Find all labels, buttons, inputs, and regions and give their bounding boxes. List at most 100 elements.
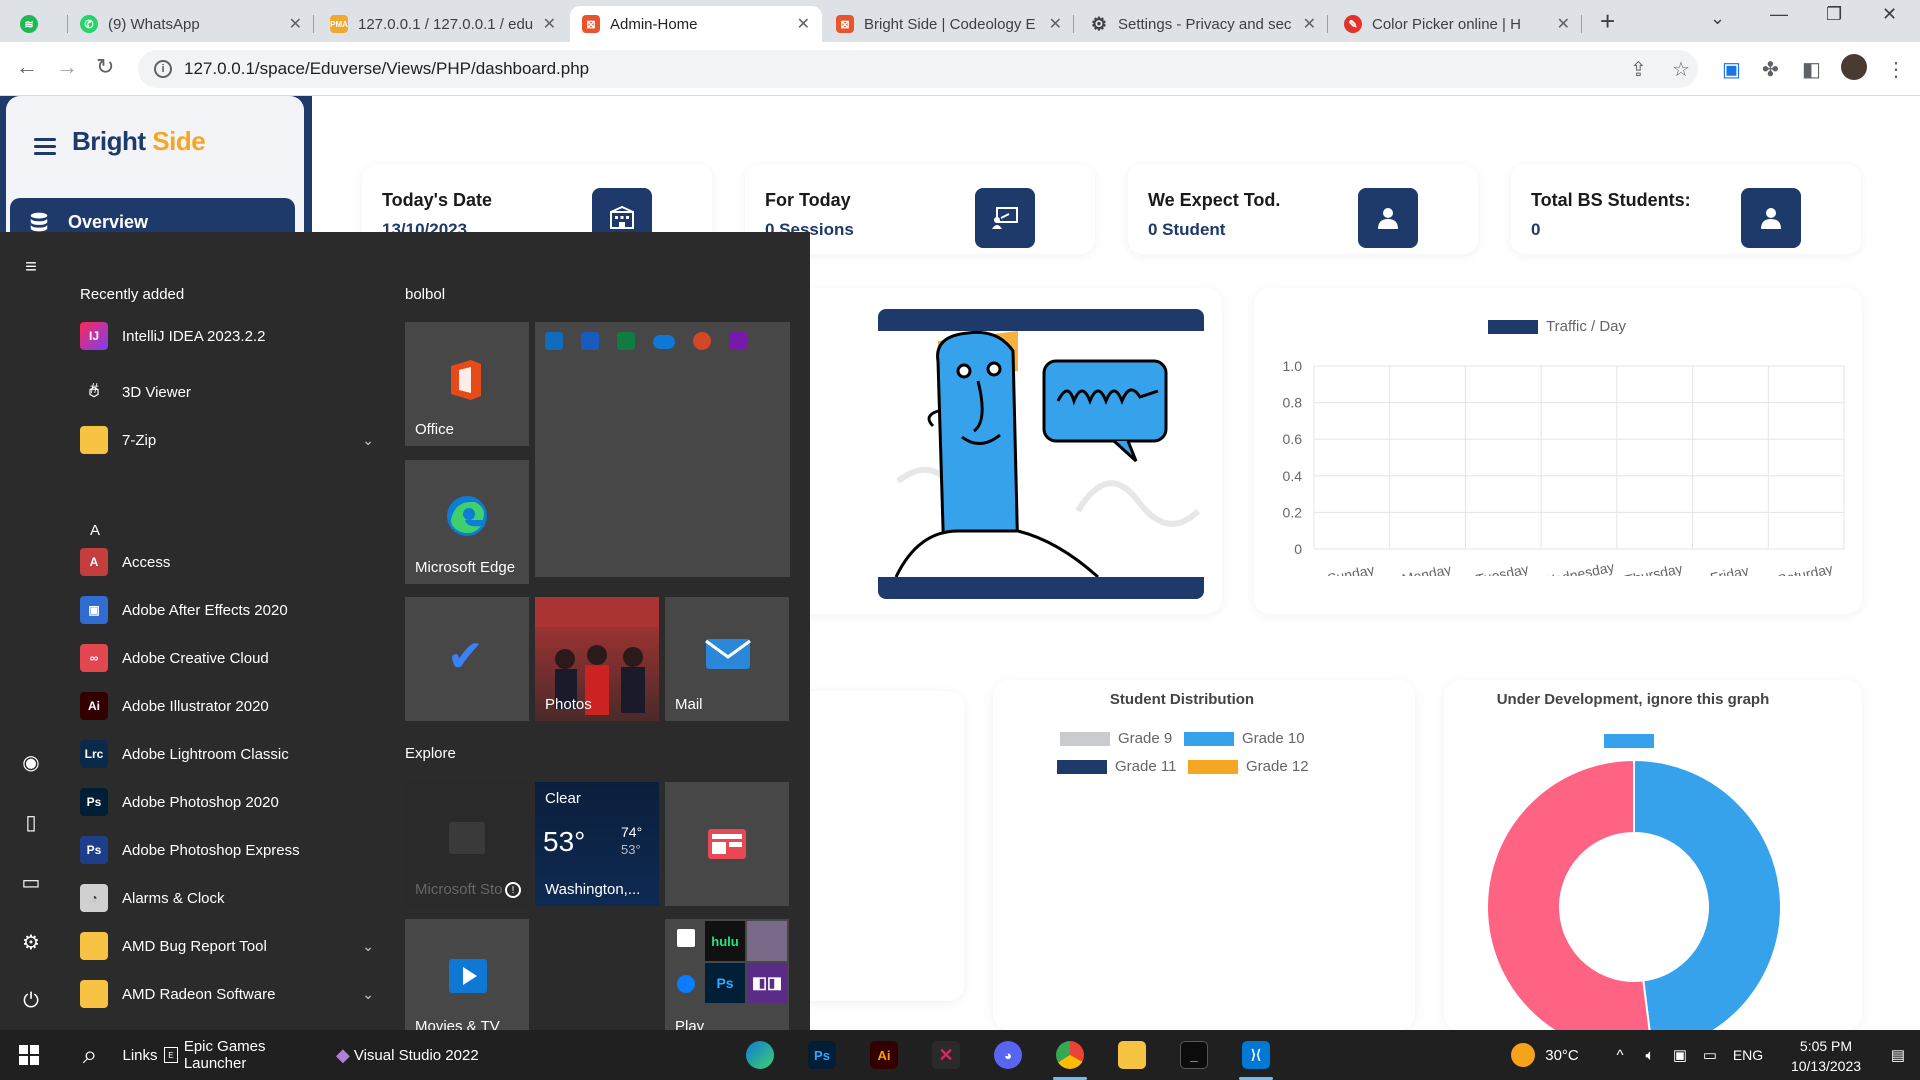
taskbar-epic-games[interactable]: E Epic Games Launcher [164,1030,330,1080]
chevron-down-icon[interactable]: ⌄ [362,432,374,449]
app-item[interactable]: Ps Adobe Photoshop 2020 [80,782,380,822]
taskbar-vscode[interactable]: ⟩⟨ [1231,1030,1281,1080]
taskbar-chrome[interactable] [1045,1030,1095,1080]
app-item[interactable]: Ps Adobe Photoshop Express [80,830,380,870]
app-item[interactable]: ⬡ 3D Viewer [80,372,380,412]
links-toolbar[interactable]: Links [122,1030,158,1080]
taskbar-terminal[interactable]: _ [1169,1030,1219,1080]
site-info-icon[interactable]: i [154,60,172,78]
notifications-icon[interactable]: ▤ [1880,1030,1916,1080]
chevron-down-icon[interactable]: ⌄ [362,938,374,955]
app-item[interactable]: AMD Radeon Software ⌄ [80,974,380,1014]
app-item[interactable]: ◔ Alarms & Clock [80,878,380,918]
app-item[interactable]: ▣ Adobe After Effects 2020 [80,590,380,630]
taskbar-edge[interactable] [735,1030,785,1080]
search-icon[interactable]: ⌕ [68,1030,112,1080]
stat-label: We Expect Tod. [1148,190,1281,210]
tab-whatsapp[interactable]: ✆ (9) WhatsApp ✕ [68,6,314,42]
y-tick-label: 0.2 [1283,504,1303,520]
side-panel-icon[interactable]: ◧ [1802,57,1821,82]
tab-color-picker[interactable]: ✎ Color Picker online | H ✕ [1332,6,1582,42]
letter-heading-a[interactable]: A [90,522,100,539]
new-tab-button[interactable]: + [1600,6,1615,37]
taskbar-visual-studio[interactable]: ◆ Visual Studio 2022 [336,1030,486,1080]
tile-news[interactable] [665,782,789,906]
language-indicator[interactable]: ENG [1728,1030,1768,1080]
battery-icon[interactable]: ▭ [1696,1030,1724,1080]
tile-play-folder[interactable]: hulu Ps ◧◨ Play [665,919,789,1043]
documents-icon[interactable]: ▯ [19,810,43,834]
weather-widget[interactable]: 30°C [1500,1030,1590,1080]
taskbar-discord[interactable]: ◕ [983,1030,1033,1080]
tab-spotify[interactable]: ≋ [8,6,68,42]
tile-office-apps[interactable] [535,322,790,577]
app-item[interactable]: ∞ Adobe Creative Cloud [80,638,380,678]
chevron-down-icon[interactable]: ⌄ [362,986,374,1003]
close-tab-icon[interactable]: ✕ [1303,14,1316,34]
tab-phpmyadmin[interactable]: PMA 127.0.0.1 / 127.0.0.1 / edu ✕ [318,6,568,42]
bookmark-star-icon[interactable]: ☆ [1672,57,1690,82]
profile-avatar[interactable] [1841,54,1867,80]
extensions-icon[interactable]: ✤ [1762,57,1779,82]
tile-weather[interactable]: Clear 53° 74° 53° Washington,... [535,782,659,906]
tile-edge[interactable]: Microsoft Edge [405,460,529,584]
volume-icon[interactable]: 🔈︎ [1636,1030,1664,1080]
reload-icon[interactable]: ↻ [96,54,114,80]
photoshop-icon: Ps [808,1041,836,1069]
start-button[interactable] [0,1030,58,1080]
restore-button[interactable]: ❐ [1826,4,1842,25]
tile-mail[interactable]: Mail [665,597,789,721]
app-item[interactable]: Ai Adobe Illustrator 2020 [80,686,380,726]
tab-settings[interactable]: ⚙ Settings - Privacy and sec ✕ [1078,6,1328,42]
back-icon[interactable]: ← [16,54,38,80]
address-bar[interactable]: i 127.0.0.1/space/Eduverse/Views/PHP/das… [138,50,1698,88]
close-tab-icon[interactable]: ✕ [797,14,810,34]
power-icon[interactable]: ⏻ [19,990,43,1014]
tab-bright-side[interactable]: ⊠ Bright Side | Codeology E ✕ [824,6,1074,42]
hamburger-icon[interactable]: ≡ [19,256,43,280]
close-tab-icon[interactable]: ✕ [289,14,302,34]
tab-search-icon[interactable]: ⌄ [1710,8,1725,29]
tile-photos[interactable]: Photos [535,597,659,721]
pictures-icon[interactable]: ▭ [19,870,43,894]
taskbar-photoshop[interactable]: Ps [797,1030,847,1080]
settings-gear-icon[interactable]: ⚙ [19,930,43,954]
app-label: 7-Zip [122,431,157,449]
share-icon[interactable]: ⇪ [1630,57,1647,82]
close-tab-icon[interactable]: ✕ [1557,14,1570,34]
show-hidden-icons[interactable]: ^ [1608,1030,1632,1080]
tile-office[interactable]: Office [405,322,529,446]
user-account-icon[interactable]: ◉ [19,750,43,774]
stat-value: 0 [1531,220,1541,239]
intellij-icon: IJ [80,322,108,350]
app-item-intellij[interactable]: IJ IntelliJ IDEA 2023.2.2 [80,316,380,356]
app-item[interactable]: AMD Bug Report Tool ⌄ [80,926,380,966]
app-icon: Ps [80,788,108,816]
screen-capture-icon[interactable]: ▣ [1722,57,1741,82]
chrome-menu-icon[interactable]: ⋮ [1886,57,1906,82]
tile-movies-tv[interactable]: Movies & TV [405,919,529,1043]
network-icon[interactable]: ▣ [1666,1030,1694,1080]
menu-toggle-icon[interactable] [34,134,56,159]
tile-todo[interactable]: ✔ [405,597,529,721]
tile-microsoft-store[interactable]: Microsoft Sto ! [405,782,529,906]
tab-title: Bright Side | Codeology E [864,15,1036,33]
app-icon [80,980,108,1008]
tab-admin-home[interactable]: ⊠ Admin-Home ✕ [570,6,822,42]
app-icon: ◔ [80,884,108,912]
close-tab-icon[interactable]: ✕ [1049,14,1062,34]
taskbar-app-v[interactable]: ✕ [921,1030,971,1080]
forward-icon[interactable]: → [56,54,78,80]
app-item[interactable]: 7-Zip ⌄ [80,420,380,460]
system-clock[interactable]: 5:05 PM 10/13/2023 [1776,1036,1876,1076]
minimize-button[interactable]: — [1770,4,1788,25]
close-window-button[interactable]: ✕ [1882,4,1897,25]
taskbar-illustrator[interactable]: Ai [859,1030,909,1080]
weather-high: 74° [621,824,643,840]
app-item[interactable]: Lrc Adobe Lightroom Classic [80,734,380,774]
close-tab-icon[interactable]: ✕ [543,14,556,34]
taskbar-file-explorer[interactable] [1107,1030,1157,1080]
app-icon: A [80,548,108,576]
app-label: AMD Radeon Software [122,985,276,1003]
app-item[interactable]: A Access [80,542,380,582]
